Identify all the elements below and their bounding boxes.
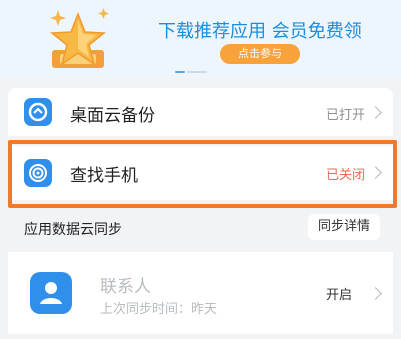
chevron-right-icon [369, 287, 382, 300]
banner-page-indicator [175, 71, 215, 75]
contacts-label: 联系人 [100, 277, 151, 297]
desktop-backup-status: 已打开 [326, 108, 366, 123]
sync-details-button[interactable]: 同步详情 [308, 214, 380, 240]
star-gift-icon [49, 8, 109, 68]
cloud-backup-icon [24, 98, 52, 126]
chevron-right-icon [369, 106, 382, 119]
banner-title: 下载推荐应用 会员免费领 [158, 21, 362, 42]
banner-cta-button[interactable]: 点击参与 [220, 44, 300, 64]
promo-banner[interactable]: 下载推荐应用 会员免费领 点击参与 [0, 0, 401, 78]
desktop-backup-label: 桌面云备份 [70, 106, 155, 126]
last-sync-time: 上次同步时间：昨天 [100, 302, 218, 317]
app-sync-section: 应用数据云同步 同步详情 [8, 208, 393, 248]
contacts-row[interactable]: 联系人 上次同步时间：昨天 开启 [8, 252, 393, 334]
desktop-backup-row[interactable]: 桌面云备份 已打开 [8, 88, 393, 136]
app-sync-title: 应用数据云同步 [24, 222, 122, 238]
contacts-icon [30, 272, 72, 314]
highlight-frame [8, 140, 397, 208]
contacts-sync-toggle[interactable]: 开启 [326, 284, 352, 303]
